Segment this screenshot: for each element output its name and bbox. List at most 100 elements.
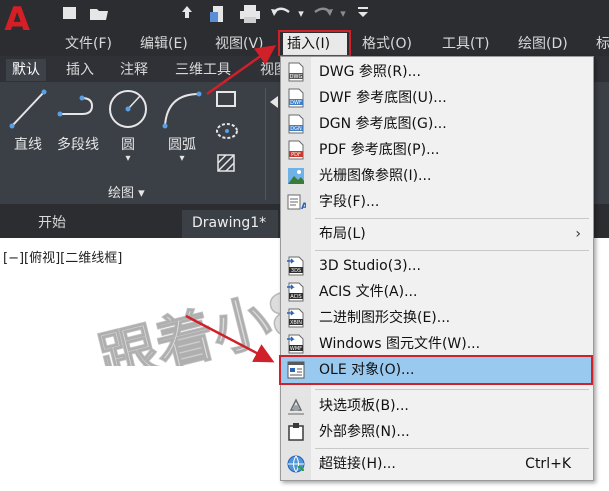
insert-menu-dropdown: DWG DWG 参照(R)... DWF DWF 参考底图(U)... DGN …	[279, 56, 594, 481]
svg-text:3DS: 3DS	[291, 268, 301, 274]
customize-quick-access-icon[interactable]	[356, 4, 370, 24]
menu-item-label: DWF 参考底图(U)...	[319, 90, 447, 106]
save-icon[interactable]	[208, 4, 228, 24]
ribbon-tab-insert[interactable]: 插入	[60, 59, 100, 81]
menu-item-raster-image[interactable]: 光栅图像参照(I)...	[281, 163, 593, 189]
ribbon-tab-default[interactable]: 默认	[6, 59, 46, 81]
menu-separator	[315, 389, 589, 390]
line-icon	[9, 89, 47, 129]
polyline-tool[interactable]: 多段线	[54, 88, 102, 154]
new-file-icon[interactable]	[60, 4, 80, 24]
menu-item-binary-dxb[interactable]: XBIN 二进制图形交换(E)...	[281, 305, 593, 331]
arc-icon	[162, 91, 202, 129]
ellipse-icon	[216, 123, 238, 139]
menu-item-external-reference[interactable]: 外部参照(N)...	[281, 419, 593, 445]
menu-edit[interactable]: 编辑(E)	[136, 33, 192, 55]
menu-item-label: ACIS 文件(A)...	[319, 284, 418, 300]
line-tool[interactable]: 直线	[8, 88, 48, 154]
ribbon-tab-3d-tools[interactable]: 三维工具	[169, 59, 237, 81]
ole-object-icon	[287, 361, 305, 379]
svg-text:DWF: DWF	[290, 100, 302, 106]
wmf-icon: WMF	[287, 334, 304, 354]
tab-start[interactable]: 开始	[28, 210, 76, 238]
menu-item-label: 布局(L)	[319, 226, 366, 242]
svg-text:DWG: DWG	[290, 74, 303, 80]
circle-icon	[109, 90, 147, 128]
circle-tool[interactable]: 圆 ▾	[106, 88, 150, 164]
hatch-icon	[217, 154, 235, 172]
svg-text:PDF: PDF	[291, 152, 301, 158]
raster-image-icon	[288, 168, 304, 184]
block-palette-icon	[288, 398, 304, 415]
menu-item-field[interactable]: A 字段(F)...	[281, 189, 593, 215]
rectangle-tool[interactable]	[212, 88, 242, 110]
arc-tool[interactable]: 圆弧 ▾	[158, 88, 206, 164]
svg-text:DGN: DGN	[290, 126, 302, 132]
svg-text:XBIN: XBIN	[290, 320, 302, 326]
menu-draw[interactable]: 绘图(D)	[514, 33, 572, 55]
menu-item-label: Windows 图元文件(W)...	[319, 336, 481, 352]
menu-item-pdf-underlay[interactable]: PDF PDF 参考底图(P)...	[281, 137, 593, 163]
menu-view[interactable]: 视图(V)	[211, 33, 268, 55]
menu-item-label: DWG 参照(R)...	[319, 64, 421, 80]
undo-dropdown-icon[interactable]: ▾	[295, 4, 307, 24]
acis-icon: ACIS	[287, 282, 304, 302]
draw-panel-label: 绘图	[108, 186, 135, 201]
menu-bar: 文件(F) 编辑(E) 视图(V) 插入(I) 格式(O) 工具(T) 绘图(D…	[0, 30, 609, 56]
title-bar: A ▾ ▾	[0, 0, 609, 38]
dwf-icon: DWF	[288, 88, 304, 108]
menu-item-label: 字段(F)...	[319, 194, 380, 210]
menu-item-block-palette[interactable]: 块选项板(B)...	[281, 393, 593, 419]
dwg-icon: DWG	[288, 62, 304, 82]
menu-item-label: PDF 参考底图(P)...	[319, 142, 440, 158]
menu-item-label: DGN 参考底图(G)...	[319, 116, 447, 132]
menu-item-label: 块选项板(B)...	[319, 398, 409, 414]
menu-item-label: OLE 对象(O)...	[319, 362, 415, 378]
svg-text:ACIS: ACIS	[290, 294, 301, 300]
circle-tool-label: 圆	[121, 137, 135, 153]
redo-icon[interactable]	[312, 4, 334, 24]
menu-separator	[315, 218, 589, 219]
pdf-icon: PDF	[288, 140, 304, 160]
menu-format[interactable]: 格式(O)	[358, 33, 416, 55]
menu-item-acis-file[interactable]: ACIS ACIS 文件(A)...	[281, 279, 593, 305]
menu-item-label: 3D Studio(3)...	[319, 258, 421, 274]
viewport-controls-label[interactable]: [−][俯视][二维线框]	[3, 247, 122, 266]
menu-item-dwg-reference[interactable]: DWG DWG 参照(R)...	[281, 59, 593, 85]
svg-text:WMF: WMF	[290, 346, 302, 352]
menu-separator	[315, 250, 589, 251]
dxb-icon: XBIN	[287, 308, 304, 328]
print-icon[interactable]	[239, 4, 261, 24]
open-folder-icon[interactable]	[88, 4, 110, 24]
menu-separator	[315, 448, 589, 449]
ellipse-tool[interactable]	[212, 120, 242, 142]
chevron-down-icon: ▾	[138, 186, 145, 201]
undo-icon[interactable]	[270, 4, 292, 24]
menu-file[interactable]: 文件(F)	[61, 33, 116, 55]
move-icon	[270, 96, 278, 108]
ribbon-tab-annotate[interactable]: 注释	[114, 59, 154, 81]
tab-drawing1[interactable]: Drawing1*	[182, 210, 278, 238]
menu-item-3d-studio[interactable]: 3DS 3D Studio(3)...	[281, 253, 593, 279]
menu-item-windows-metafile[interactable]: WMF Windows 图元文件(W)...	[281, 331, 593, 357]
move-tool-partial[interactable]	[268, 92, 280, 112]
upload-icon[interactable]	[178, 4, 196, 24]
hatch-tool[interactable]	[212, 152, 242, 174]
menu-item-layout[interactable]: 布局(L) ›	[281, 221, 593, 247]
svg-text:A: A	[301, 202, 306, 212]
menu-item-hyperlink[interactable]: 超链接(H)... Ctrl+K	[281, 451, 593, 477]
menu-dimension-truncated[interactable]: 标	[592, 33, 609, 55]
hyperlink-icon	[287, 455, 305, 473]
menu-item-dgn-underlay[interactable]: DGN DGN 参考底图(G)...	[281, 111, 593, 137]
redo-dropdown-icon[interactable]: ▾	[337, 4, 349, 24]
menu-item-ole-object[interactable]: OLE 对象(O)...	[281, 357, 593, 383]
arc-tool-label: 圆弧	[168, 137, 196, 153]
polyline-tool-label: 多段线	[57, 137, 99, 153]
menu-tools[interactable]: 工具(T)	[438, 33, 493, 55]
menu-insert[interactable]: 插入(I)	[283, 33, 347, 55]
submenu-arrow-icon: ›	[575, 226, 581, 242]
menu-item-label: 外部参照(N)...	[319, 424, 410, 440]
xref-icon	[288, 423, 304, 441]
draw-panel-title[interactable]: 绘图 ▾	[108, 182, 145, 201]
menu-item-dwf-underlay[interactable]: DWF DWF 参考底图(U)...	[281, 85, 593, 111]
